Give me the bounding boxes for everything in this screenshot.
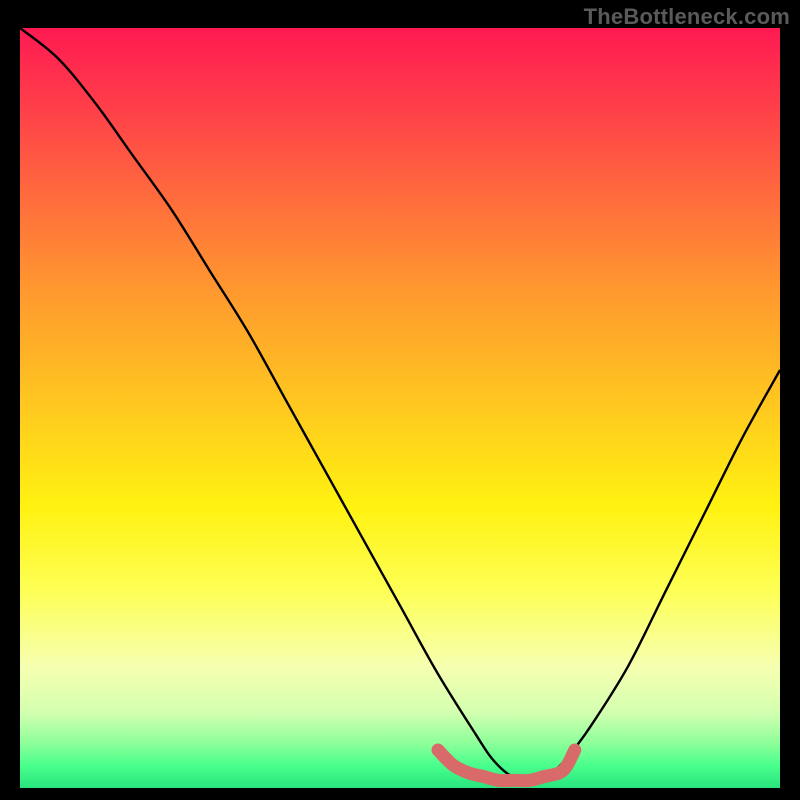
optimal-marker-path <box>438 750 575 781</box>
chart-svg <box>20 28 780 788</box>
watermark-text: TheBottleneck.com <box>584 4 790 30</box>
plot-area <box>20 28 780 788</box>
bottleneck-curve-path <box>20 28 780 781</box>
chart-frame: TheBottleneck.com <box>0 0 800 800</box>
